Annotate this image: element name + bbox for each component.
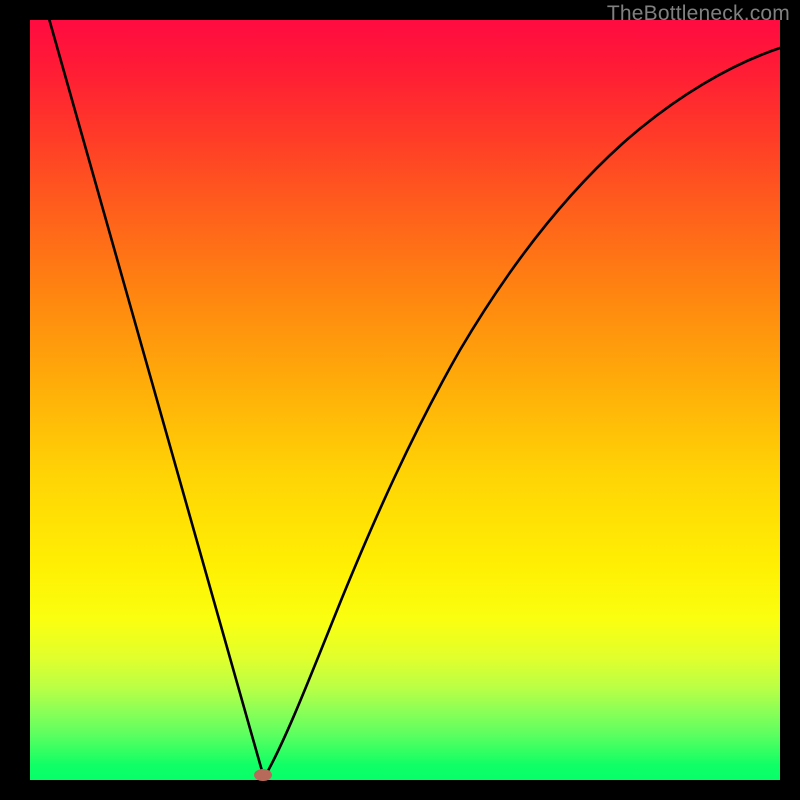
- chart-frame: TheBottleneck.com: [0, 0, 800, 800]
- plot-area: [30, 20, 780, 780]
- curve-layer: [30, 20, 780, 780]
- min-point-marker: [254, 769, 272, 781]
- bottleneck-curve: [46, 8, 780, 778]
- watermark-text: TheBottleneck.com: [607, 2, 790, 26]
